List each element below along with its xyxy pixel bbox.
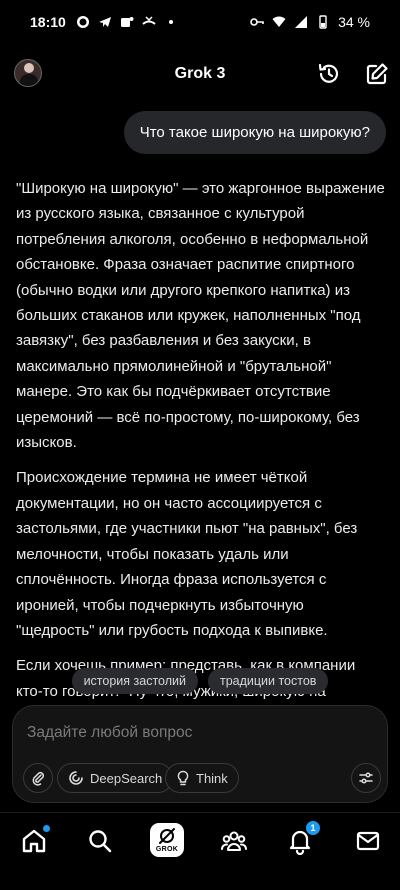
nav-search[interactable] (86, 827, 114, 855)
paperclip-icon (32, 771, 45, 786)
deepsearch-icon (69, 771, 83, 785)
nav-grok[interactable]: GROK (150, 823, 184, 857)
notification-count-badge: 1 (306, 821, 320, 835)
deepsearch-label: DeepSearch (90, 770, 163, 786)
nav-home[interactable] (20, 825, 50, 855)
status-system-icons: 34 % (250, 14, 370, 30)
status-notification-icons (76, 15, 178, 29)
people-icon (220, 831, 248, 851)
bottom-nav: GROK 1 (0, 812, 400, 890)
lightbulb-icon (177, 770, 189, 786)
teams-icon (120, 17, 134, 27)
grok-label: GROK (155, 846, 179, 853)
response-paragraph: "Широкую на широкую" — это жаргонное выр… (16, 180, 385, 452)
new-chat-edit-icon[interactable] (364, 61, 390, 87)
settings-button[interactable] (351, 763, 381, 793)
whatsapp-icon (76, 16, 89, 28)
status-time: 18:10 (30, 14, 66, 30)
missed-call-icon (142, 16, 156, 25)
think-label: Think (196, 770, 228, 786)
key-icon (250, 18, 264, 26)
message-input[interactable] (27, 721, 367, 745)
suggestion-chip[interactable]: история застолий (71, 668, 198, 694)
think-button[interactable]: Think (165, 763, 239, 793)
nav-communities[interactable] (220, 827, 248, 855)
history-icon[interactable] (316, 61, 342, 87)
nav-messages[interactable] (354, 827, 382, 855)
attach-button[interactable] (23, 763, 53, 793)
suggestion-chip[interactable]: традиции тостов (207, 668, 329, 694)
battery-percent: 34 % (338, 14, 370, 30)
nav-notifications[interactable]: 1 (286, 821, 320, 856)
status-bar: 18:10 34 % (0, 0, 400, 44)
message-composer: DeepSearch Think (12, 705, 388, 803)
battery-icon (319, 15, 327, 29)
signal-icon (295, 16, 308, 28)
suggestion-chips: история застолий традиции тостов (0, 668, 400, 694)
telegram-icon (98, 17, 111, 27)
top-header: Grok 3 (0, 52, 400, 96)
deepsearch-button[interactable]: DeepSearch (57, 763, 174, 793)
more-notifications-dot-icon (168, 20, 173, 24)
search-icon (89, 830, 112, 853)
user-message-bubble: Что такое широкую на широкую? (123, 111, 386, 154)
sliders-icon (359, 772, 373, 784)
mail-icon (356, 831, 380, 851)
home-unread-dot (43, 825, 50, 832)
wifi-icon (272, 16, 286, 27)
response-paragraph: Происхождение термина не имеет чёткой до… (16, 469, 358, 639)
grok-logo-icon (159, 828, 175, 844)
